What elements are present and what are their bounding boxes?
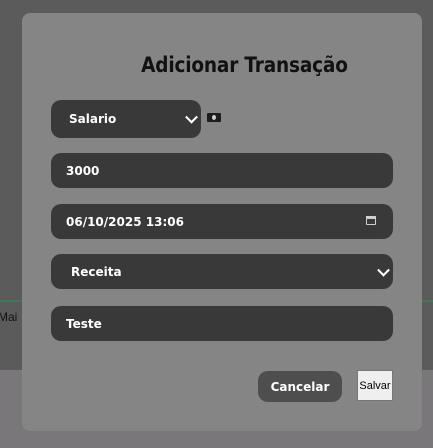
save-button[interactable]: Salvar	[357, 370, 393, 401]
amount-input[interactable]: 3000	[51, 153, 393, 188]
description-input-value: Teste	[66, 316, 102, 331]
description-input[interactable]: Teste	[51, 306, 393, 341]
chevron-down-icon	[377, 263, 390, 277]
type-select-value: Receita	[71, 264, 122, 279]
datetime-input-value: 06/10/2025 13:06	[66, 214, 184, 229]
amount-input-value: 3000	[66, 163, 100, 178]
datetime-input[interactable]: 06/10/2025 13:06	[51, 204, 393, 239]
background-month-label: Mai	[0, 310, 18, 324]
money-bill-icon	[207, 113, 221, 122]
modal-title: Adicionar Transação	[141, 53, 348, 77]
cancel-button[interactable]: Cancelar	[258, 371, 342, 402]
type-select[interactable]: Receita	[51, 254, 393, 289]
category-select-value: Salario	[69, 112, 117, 126]
chevron-down-icon	[185, 110, 198, 124]
calendar-icon[interactable]	[366, 216, 376, 225]
category-select[interactable]: Salario	[51, 100, 201, 138]
